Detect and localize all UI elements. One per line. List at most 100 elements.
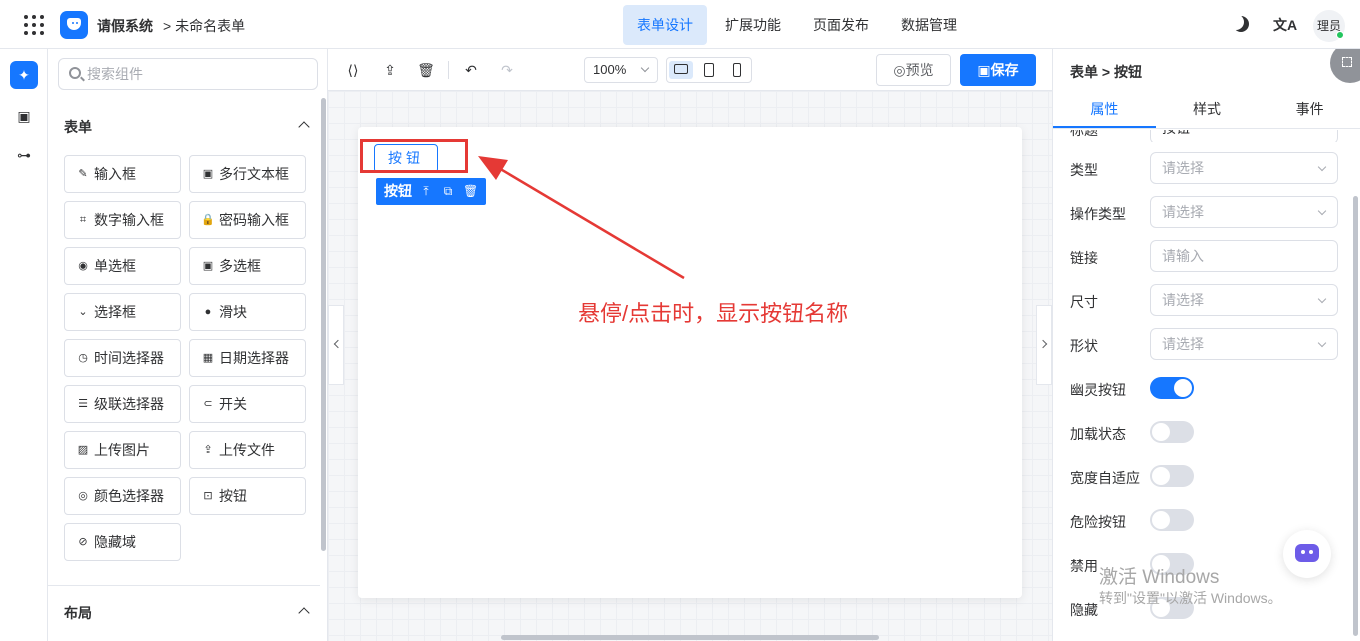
redo-icon[interactable]: ↷ [498, 61, 516, 79]
action-type-select[interactable]: 请选择 [1150, 196, 1338, 228]
property-panel-title: 表单 > 按钮 [1070, 64, 1142, 80]
property-scrollbar[interactable] [1353, 196, 1358, 636]
component-item[interactable]: ▣ 多行文本框 [189, 155, 306, 193]
partial-row-clip: 标题 按钮 [1053, 130, 1360, 142]
annotation-arrow [478, 156, 685, 280]
apps-grid-icon[interactable] [24, 15, 44, 35]
eye-off-icon: ⊘ [78, 536, 88, 548]
nav-extensions[interactable]: 扩展功能 [711, 5, 795, 45]
component-item[interactable]: ⊘ 隐藏域 [64, 523, 181, 561]
component-item[interactable]: ▣ 多选框 [189, 247, 306, 285]
component-item[interactable]: ▦ 日期选择器 [189, 339, 306, 377]
trash-icon[interactable]: 🗑 [417, 61, 435, 79]
component-item[interactable]: ⇪ 上传文件 [189, 431, 306, 469]
widget-name-label: 按钮 [384, 183, 412, 199]
upload-icon: ⇪ [203, 444, 213, 456]
section-title-form[interactable]: 表单 [64, 117, 92, 137]
undo-icon[interactable]: ↶ [462, 61, 480, 79]
top-bar: 请假系统 > 未命名表单 表单设计 扩展功能 页面发布 数据管理 文A 理员 [0, 0, 1360, 49]
property-tabs: 属性 样式 事件 [1053, 91, 1360, 129]
component-item[interactable]: ☰ 级联选择器 [64, 385, 181, 423]
prop-row-type: 类型 请选择 [1070, 152, 1340, 184]
nav-publish[interactable]: 页面发布 [799, 5, 883, 45]
tab-styles[interactable]: 样式 [1156, 91, 1259, 128]
section-title-layout[interactable]: 布局 [64, 603, 92, 623]
component-item[interactable]: ◉ 单选框 [64, 247, 181, 285]
collapse-right-toggle[interactable] [1036, 305, 1052, 385]
component-item[interactable]: ◎ 颜色选择器 [64, 477, 181, 515]
nav-data-management[interactable]: 数据管理 [887, 5, 971, 45]
prop-row-ghost: 幽灵按钮 [1070, 372, 1340, 404]
component-item[interactable]: ◷ 时间选择器 [64, 339, 181, 377]
danger-switch[interactable] [1150, 509, 1194, 531]
component-item[interactable]: ● 滑块 [189, 293, 306, 331]
move-top-icon[interactable]: ⤒ [419, 178, 433, 205]
panel-scrollbar[interactable] [321, 98, 326, 551]
cascader-icon: ☰ [78, 398, 88, 410]
shape-select[interactable]: 请选择 [1150, 328, 1338, 360]
property-panel: 表单 > 按钮 属性 样式 事件 标题 按钮 类型 请选择 操作类型 请选择 链… [1052, 49, 1360, 641]
fullscreen-icon[interactable] [1330, 49, 1360, 83]
component-item[interactable]: ▨ 上传图片 [64, 431, 181, 469]
link-input[interactable]: 请输入 [1150, 240, 1338, 272]
copy-icon[interactable]: ⧉ [441, 178, 455, 205]
component-item[interactable]: ⌗ 数字输入框 [64, 201, 181, 239]
windows-watermark-subtitle: 转到"设置"以激活 Windows。 [1099, 590, 1282, 606]
calendar-icon: ▦ [202, 352, 214, 364]
app-name[interactable]: 请假系统 [97, 16, 153, 36]
assistant-bot-icon[interactable] [1283, 530, 1331, 578]
form-icon[interactable]: ▣ [10, 102, 38, 130]
search-input[interactable] [87, 64, 307, 84]
design-canvas: ⟨⟩ ⇪ 🗑 ↶ ↷ 100% ◎预览 ▣保存 [328, 49, 1052, 641]
edit-icon: ✎ [78, 168, 88, 180]
tablet-icon[interactable] [697, 61, 721, 79]
tab-properties[interactable]: 属性 [1053, 91, 1156, 128]
component-search [58, 58, 318, 90]
lock-icon: 🔒 [201, 214, 215, 226]
device-switcher [666, 57, 752, 83]
collapse-left-toggle[interactable] [328, 305, 344, 385]
type-select[interactable]: 请选择 [1150, 152, 1338, 184]
flow-icon[interactable]: ⊶ [10, 141, 38, 169]
export-icon[interactable]: ⇪ [381, 61, 399, 79]
zoom-select[interactable]: 100% [584, 57, 658, 83]
component-item[interactable]: ⊡ 按钮 [189, 477, 306, 515]
nav-form-design[interactable]: 表单设计 [623, 5, 707, 45]
chevron-up-icon[interactable] [298, 121, 310, 133]
translate-icon[interactable]: 文A [1273, 15, 1297, 35]
annotation-text: 悬停/点击时，显示按钮名称 [578, 301, 849, 326]
preview-button[interactable]: ◎预览 [876, 54, 951, 86]
auto-width-switch[interactable] [1150, 465, 1194, 487]
prop-row-link: 链接 请输入 [1070, 240, 1340, 272]
preview-icon: ◎ [893, 62, 906, 78]
size-select[interactable]: 请选择 [1150, 284, 1338, 316]
component-item[interactable]: ⊂ 开关 [189, 385, 306, 423]
prop-row-action-type: 操作类型 请选择 [1070, 196, 1340, 228]
breadcrumb[interactable]: > 未命名表单 [163, 16, 245, 36]
clock-icon: ◷ [78, 352, 88, 364]
ghost-switch[interactable] [1150, 377, 1194, 399]
loading-switch[interactable] [1150, 421, 1194, 443]
prop-row-loading: 加载状态 [1070, 416, 1340, 448]
prop-row-auto-width: 宽度自适应 [1070, 460, 1340, 492]
prop-row-title: 标题 按钮 [1070, 130, 1340, 142]
main-nav: 表单设计 扩展功能 页面发布 数据管理 [623, 5, 975, 45]
puzzle-icon[interactable]: ✦ [10, 61, 38, 89]
tab-events[interactable]: 事件 [1258, 91, 1360, 128]
canvas-toolbar: ⟨⟩ ⇪ 🗑 ↶ ↷ 100% ◎预览 ▣保存 [328, 49, 1052, 91]
title-input[interactable]: 按钮 [1150, 130, 1338, 142]
chevron-up-icon[interactable] [298, 607, 310, 619]
desktop-icon[interactable] [669, 61, 693, 79]
image-icon: ▨ [77, 444, 89, 456]
switch-icon: ⊂ [203, 398, 213, 410]
dark-mode-icon[interactable] [1233, 16, 1249, 32]
code-icon[interactable]: ⟨⟩ [344, 61, 362, 79]
save-button[interactable]: ▣保存 [960, 54, 1036, 86]
canvas-scrollbar[interactable] [501, 635, 879, 640]
toolbar-divider [448, 61, 449, 79]
mobile-icon[interactable] [725, 61, 749, 79]
component-item[interactable]: ✎ 输入框 [64, 155, 181, 193]
component-item[interactable]: ⌄ 选择框 [64, 293, 181, 331]
left-rail: ✦ ▣ ⊶ [0, 49, 48, 641]
component-item[interactable]: 🔒 密码输入框 [189, 201, 306, 239]
